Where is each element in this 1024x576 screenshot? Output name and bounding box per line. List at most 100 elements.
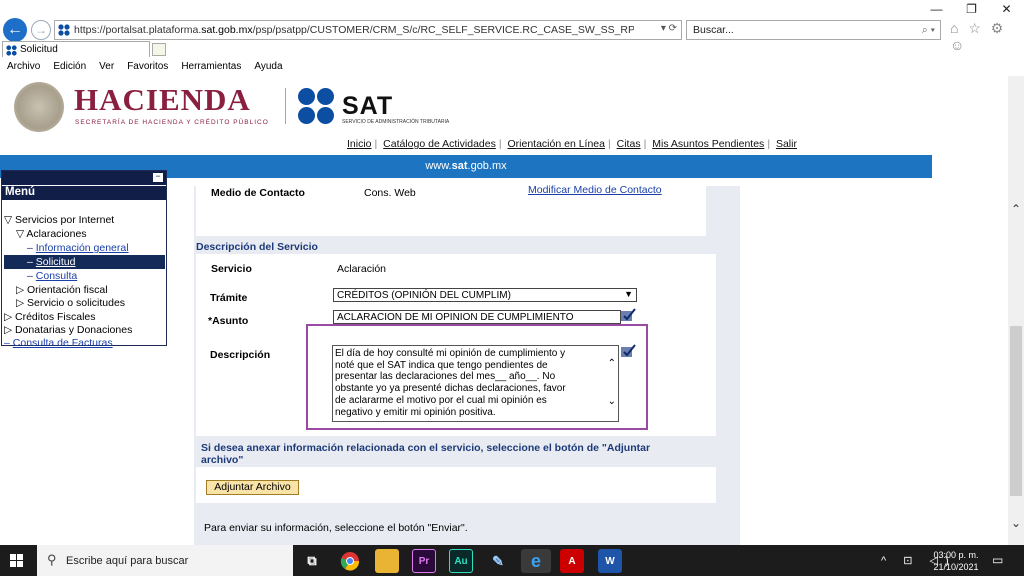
url-text: https://portalsat.plataforma.sat.gob.mx/… [74, 24, 634, 36]
chevron-up-icon[interactable]: ⌃ [1011, 202, 1021, 216]
notifications-icon[interactable]: ▭ [992, 553, 1003, 567]
nav-orientacion[interactable]: Orientación en Línea [505, 138, 608, 150]
send-instructions: Para enviar su información, seleccione e… [204, 522, 468, 534]
menu-edicion[interactable]: Edición [46, 60, 92, 75]
sidebar-item-facturas[interactable]: – Consulta de Facturas [4, 337, 113, 349]
expanded-icon: ▽ [16, 228, 25, 240]
sidebar-item-consulta[interactable]: – Consulta [27, 270, 77, 282]
search-icon[interactable]: ⌕ ▾ [922, 24, 935, 37]
taskbar-search-placeholder: Escribe aquí para buscar [66, 555, 189, 567]
page-scrollbar[interactable]: ⌃ ⌄ [1008, 76, 1024, 545]
nav-salir[interactable]: Salir [773, 138, 800, 150]
browser-chrome: — ❐ ✕ ← → https://portalsat.plataforma.s… [0, 0, 1024, 76]
sidebar-item-orientacion[interactable]: ▷ Orientación fiscal [16, 284, 108, 296]
nav-inicio[interactable]: Inicio [344, 138, 375, 150]
hacienda-seal-logo [14, 82, 64, 132]
tab-solicitud[interactable]: Solicitud [2, 41, 150, 57]
chevron-up-icon[interactable]: ⌃ [608, 358, 616, 370]
address-bar[interactable]: https://portalsat.plataforma.sat.gob.mx/… [54, 20, 682, 40]
sidebar-item-creditos[interactable]: ▷ Créditos Fiscales [4, 311, 96, 323]
minimize-button[interactable]: — [919, 0, 954, 18]
chrome-icon[interactable] [338, 549, 362, 573]
sat-favicon-icon [58, 24, 70, 36]
spellcheck-icon[interactable] [620, 344, 636, 358]
menu-ver[interactable]: Ver [92, 60, 120, 75]
menu-herramientas[interactable]: Herramientas [174, 60, 247, 75]
chevron-down-icon[interactable]: ⌄ [608, 396, 616, 408]
search-placeholder: Buscar... [693, 24, 734, 36]
asunto-input[interactable]: ACLARACION DE MI OPINION DE CUMPLIMIENTO [333, 310, 621, 324]
top-navigation: Inicio | Catálogo de Actividades | Orienta… [344, 138, 800, 150]
contact-value: Cons. Web [364, 187, 416, 199]
menu-bar: Archivo Edición Ver Favoritos Herramient… [0, 60, 1024, 75]
sidebar-item-servicios[interactable]: ▽ Servicios por Internet [4, 214, 114, 226]
arrow-left-icon: ← [7, 21, 23, 38]
tramite-label: Trámite [210, 292, 248, 304]
window-controls: — ❐ ✕ [919, 0, 1024, 18]
sidebar-menu: − Menú ▽ Servicios por Internet ▽ Aclara… [1, 170, 167, 349]
search-icon: ⚲ [47, 552, 57, 567]
file-explorer-icon[interactable] [375, 549, 399, 573]
web-page: HACIENDA SECRETARÍA DE HACIENDA Y CRÉDIT… [0, 76, 1008, 545]
menu-ayuda[interactable]: Ayuda [247, 60, 288, 75]
sat-logo-icon [298, 88, 338, 126]
premiere-icon[interactable]: Pr [412, 549, 436, 573]
restore-button[interactable]: ❐ [954, 0, 989, 18]
contact-label: Medio de Contacto [211, 187, 305, 199]
collapsed-icon: ▷ [16, 297, 25, 309]
collapsed-icon: ▷ [4, 311, 13, 323]
hacienda-subtitle: SECRETARÍA DE HACIENDA Y CRÉDITO PÚBLICO [75, 119, 269, 126]
dash-icon: – [27, 270, 33, 282]
servicio-label: Servicio [211, 263, 252, 275]
task-view-icon[interactable]: ⧉ [300, 549, 324, 573]
tramite-select[interactable]: CRÉDITOS (OPINIÓN DEL CUMPLIM) ▼ [333, 288, 637, 302]
adjuntar-archivo-button[interactable]: Adjuntar Archivo [206, 480, 299, 495]
descripcion-textarea[interactable]: El día de hoy consulté mi opinión de cum… [332, 345, 619, 422]
back-button[interactable]: ← [3, 18, 27, 42]
nav-asuntos[interactable]: Mis Asuntos Pendientes [649, 138, 767, 150]
nav-citas[interactable]: Citas [614, 138, 644, 150]
windows-taskbar: ⚲ Escribe aquí para buscar ⧉ Pr Au ✎ e A… [0, 545, 1024, 576]
spellcheck-icon[interactable] [620, 308, 636, 322]
section-title: Descripción del Servicio [196, 241, 318, 253]
tab-title: Solicitud [20, 44, 58, 55]
forward-button[interactable]: → [31, 20, 51, 40]
browser-search-box[interactable]: Buscar... ⌕ ▾ [686, 20, 941, 40]
logo-divider [285, 88, 286, 124]
chevron-down-icon[interactable]: ⌄ [1011, 516, 1021, 530]
paint-icon[interactable]: ✎ [486, 549, 510, 573]
scrollbar-thumb[interactable] [1010, 326, 1022, 496]
new-tab-button[interactable] [152, 43, 166, 56]
audition-icon[interactable]: Au [449, 549, 473, 573]
acrobat-icon[interactable]: A [560, 549, 584, 573]
menu-archivo[interactable]: Archivo [0, 60, 46, 75]
collapse-icon[interactable]: − [153, 172, 163, 182]
refresh-icon[interactable]: ▾ ⟳ [661, 23, 677, 34]
sat-logo-text: SAT [342, 92, 394, 120]
word-icon[interactable]: W [598, 549, 622, 573]
collapsed-icon: ▷ [4, 324, 13, 336]
sidebar-item-donatarias[interactable]: ▷ Donatarias y Donaciones [4, 324, 132, 336]
taskbar-search[interactable]: ⚲ Escribe aquí para buscar [37, 545, 293, 576]
toolbar-icons[interactable]: ⌂ ☆ ⚙ ☺ [950, 20, 1024, 53]
sidebar-item-informacion[interactable]: – Información general [27, 242, 129, 254]
menu-favoritos[interactable]: Favoritos [120, 60, 174, 75]
site-header: HACIENDA SECRETARÍA DE HACIENDA Y CRÉDIT… [0, 76, 1008, 136]
chevron-down-icon: ▼ [624, 289, 633, 299]
windows-start-icon[interactable] [10, 554, 24, 568]
attach-instructions-2: archivo" [201, 454, 244, 466]
clock[interactable]: 03:00 p. m. 21/10/2021 [930, 549, 982, 573]
descripcion-label: Descripción [210, 349, 271, 361]
internet-explorer-icon[interactable]: e [521, 549, 551, 573]
sidebar-item-servicio-solicitudes[interactable]: ▷ Servicio o solicitudes [16, 297, 125, 309]
sidebar-item-solicitud[interactable]: – Solicitud [27, 256, 75, 268]
dash-icon: – [27, 256, 33, 268]
close-window-button[interactable]: ✕ [989, 0, 1024, 18]
servicio-value: Aclaración [337, 263, 387, 275]
sidebar-topbar: − [2, 171, 166, 185]
nav-catalogo[interactable]: Catálogo de Actividades [380, 138, 499, 150]
sidebar-item-aclaraciones[interactable]: ▽ Aclaraciones [16, 228, 87, 240]
sat-favicon-icon [6, 45, 17, 56]
modify-contact-link[interactable]: Modificar Medio de Contacto [528, 184, 662, 196]
dash-icon: – [27, 242, 33, 254]
